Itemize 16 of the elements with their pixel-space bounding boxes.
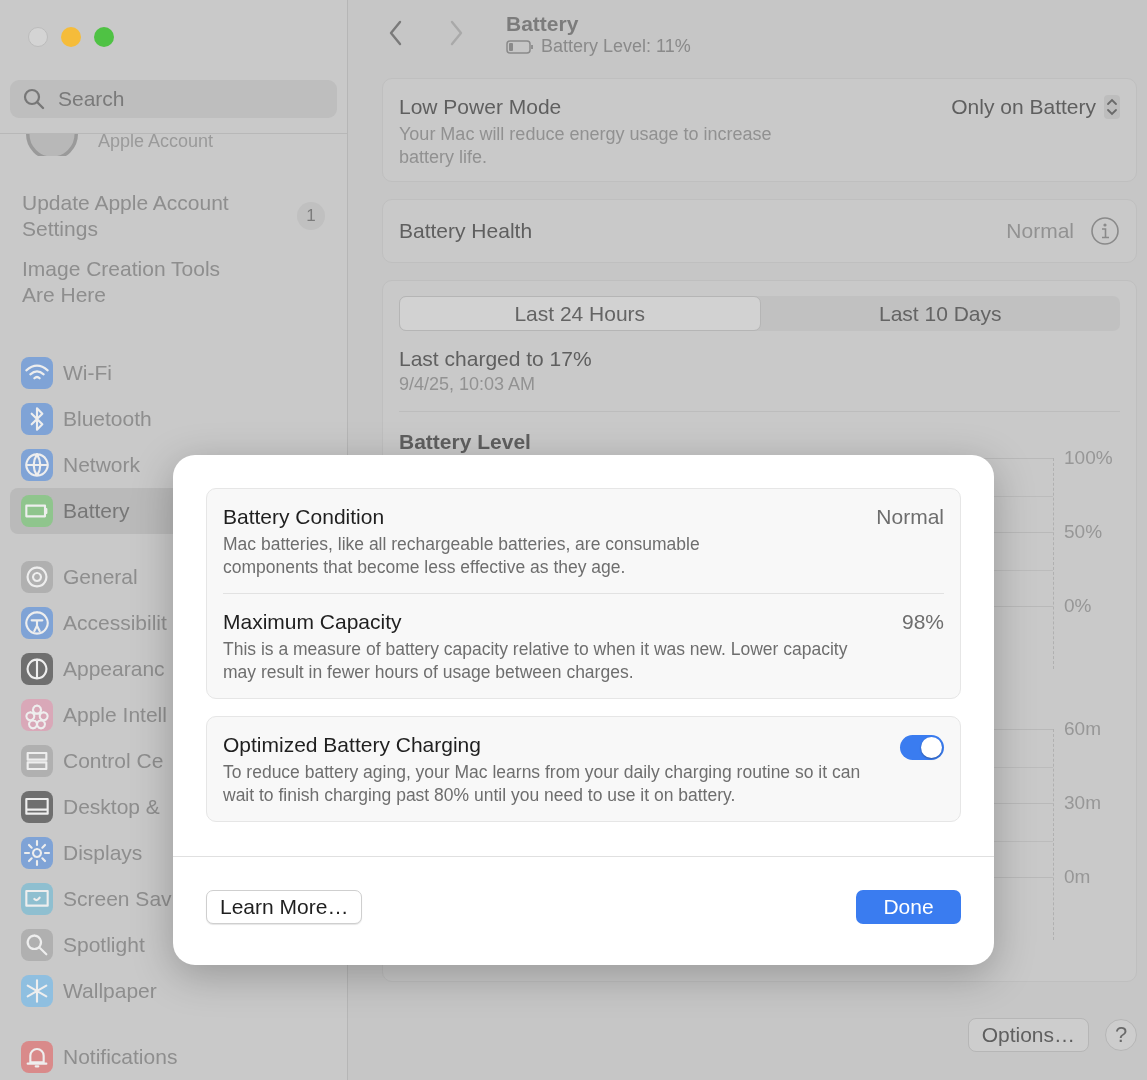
- setting-value: 98%: [901, 610, 944, 634]
- setting-label: Battery Health: [399, 219, 533, 243]
- setting-label: Maximum Capacity: [223, 610, 402, 634]
- setting-description: Your Mac will reduce energy usage to increase battery life.: [399, 123, 773, 169]
- setting-value: Normal: [876, 505, 944, 529]
- count-badge: 1: [297, 202, 325, 230]
- setting-label: Battery Condition: [223, 505, 385, 529]
- last-charged-text: Last charged to 17%: [399, 347, 593, 371]
- battery-level-text: Battery Level: 11%: [541, 36, 691, 57]
- setting-description: This is a measure of battery capacity relative to when it was new. Lower capacity may result in fewer hours of usage between charges.: [223, 638, 848, 684]
- setting-label: Optimized Battery Charging: [223, 733, 482, 757]
- setting-label: Low Power Mode: [399, 95, 563, 119]
- page-title: Battery: [506, 12, 580, 36]
- setting-description: Mac batteries, like all rechargeable batteries, are consumable components that become less effective as they age.: [223, 533, 701, 579]
- setting-description: To reduce battery aging, your Mac learns from your daily charging routine so it can wait to finish charging past 80% until you need to use it on battery.: [223, 761, 862, 807]
- chart-title: Battery Level: [399, 430, 532, 454]
